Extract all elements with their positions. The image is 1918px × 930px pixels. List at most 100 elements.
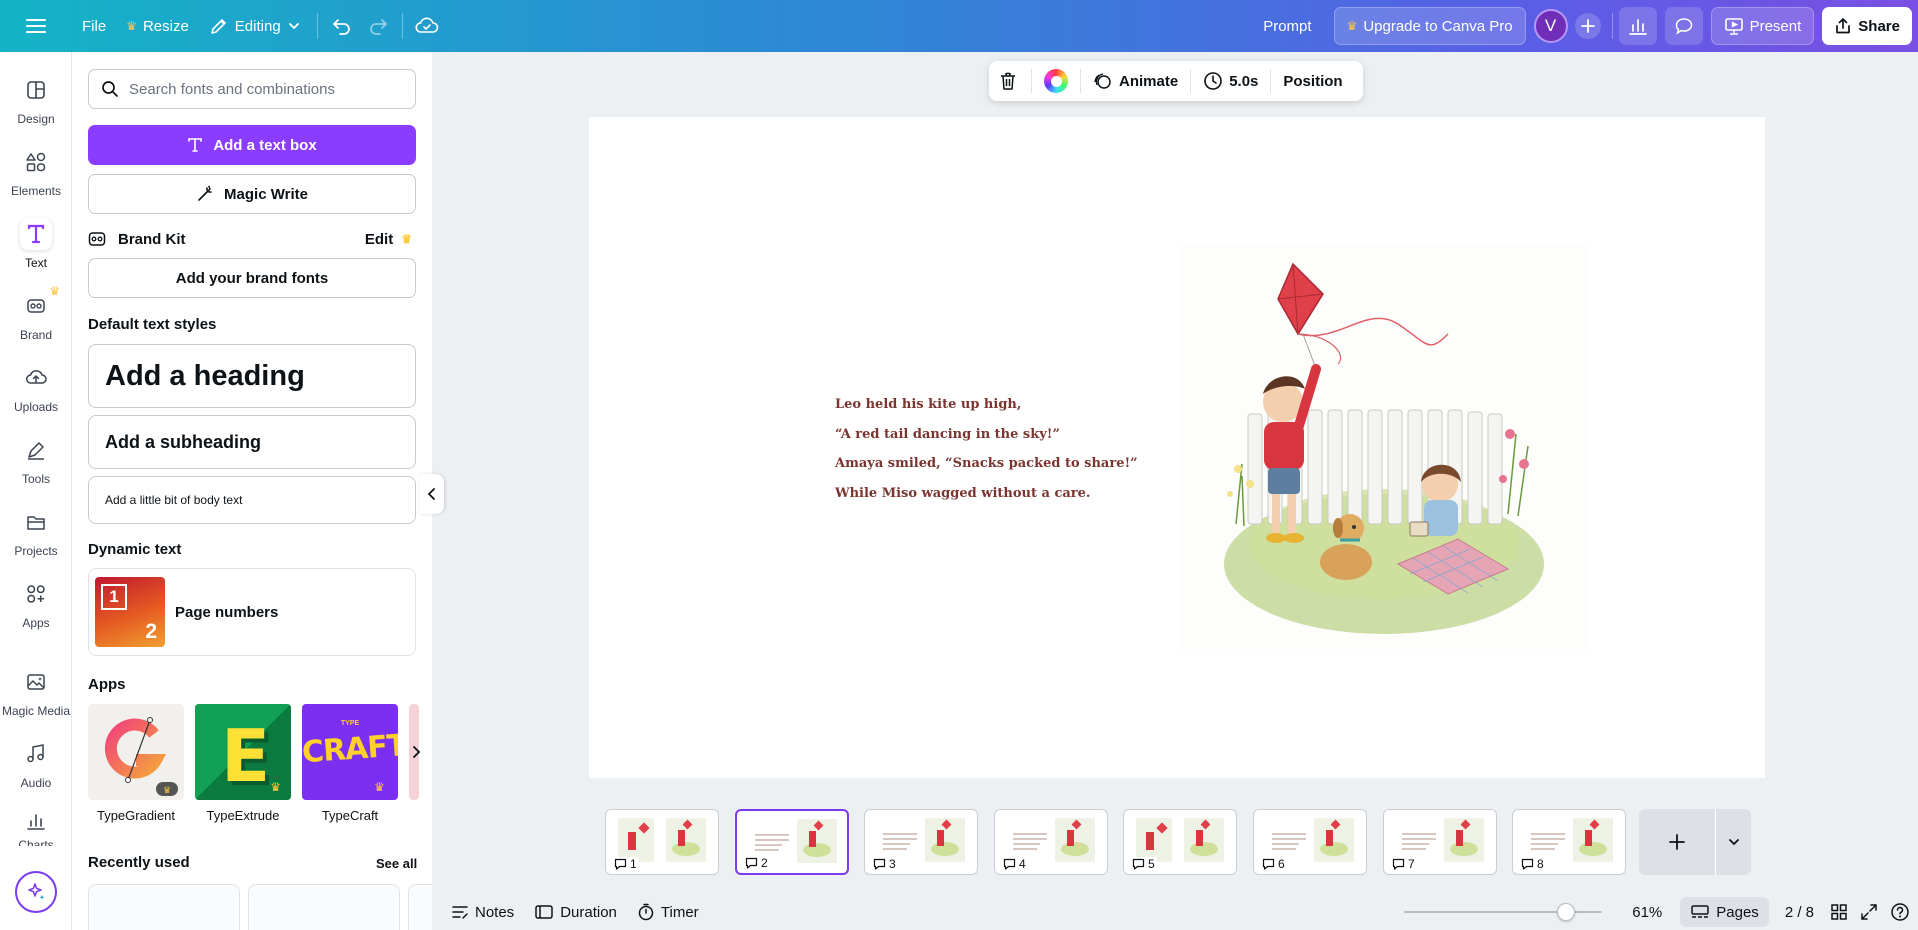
zoom-slider[interactable] bbox=[1404, 902, 1603, 922]
rail-item-uploads[interactable]: Uploads bbox=[0, 362, 72, 414]
magic-assistant-button[interactable] bbox=[15, 871, 57, 913]
avatar[interactable]: V bbox=[1533, 9, 1568, 43]
app-typegradient-tile[interactable]: ♛ bbox=[88, 704, 184, 800]
projects-icon bbox=[20, 506, 52, 538]
grid-view-icon[interactable] bbox=[1824, 897, 1854, 927]
chevron-down-icon[interactable] bbox=[1716, 809, 1751, 875]
recent-font-card[interactable] bbox=[248, 884, 400, 930]
kite-scene-image bbox=[1224, 262, 1544, 634]
crown-icon: ♛ bbox=[374, 780, 385, 794]
rail-item-magic-media[interactable]: Magic Media bbox=[0, 666, 72, 718]
add-brand-fonts-button[interactable]: Add your brand fonts bbox=[88, 258, 416, 298]
recently-used-title: Recently used bbox=[88, 854, 190, 871]
rail-item-brand[interactable]: ♛ Brand bbox=[0, 284, 72, 342]
app-typegradient-label: TypeGradient bbox=[96, 808, 176, 823]
brand-kit-edit-link[interactable]: Edit bbox=[365, 231, 393, 248]
page-numbers-button[interactable]: 1 2 Page numbers bbox=[88, 568, 416, 656]
resize-button[interactable]: ♛ Resize bbox=[116, 8, 199, 44]
chevron-right-icon[interactable] bbox=[405, 740, 429, 764]
fullscreen-icon[interactable] bbox=[1854, 897, 1884, 927]
prompt-button[interactable]: Prompt bbox=[1253, 8, 1321, 44]
page-thumbnail[interactable]: 3 bbox=[864, 809, 978, 875]
crown-icon: ♛ bbox=[1346, 19, 1358, 33]
plus-icon bbox=[1639, 809, 1715, 875]
rail-item-design[interactable]: Design bbox=[0, 74, 72, 126]
chevron-down-icon bbox=[288, 23, 299, 30]
rail-item-charts[interactable]: Charts bbox=[0, 810, 72, 846]
redo-icon[interactable] bbox=[360, 8, 396, 44]
collapse-panel-button[interactable] bbox=[420, 474, 444, 514]
editing-mode-dropdown[interactable]: Editing bbox=[199, 8, 311, 44]
page-thumbnail[interactable]: 1 bbox=[605, 809, 719, 875]
app-typecraft-tile[interactable]: TYPE CRAFT ♛ bbox=[302, 704, 398, 800]
add-heading-button[interactable]: Add a heading bbox=[88, 344, 416, 408]
page-thumbnail[interactable]: 5 bbox=[1123, 809, 1237, 875]
color-picker-button[interactable] bbox=[1036, 61, 1076, 101]
add-text-box-button[interactable]: Add a text box bbox=[88, 125, 416, 165]
zoom-level[interactable]: 61% bbox=[1624, 897, 1670, 927]
page-number-label: 4 bbox=[1003, 857, 1028, 871]
apps-icon bbox=[20, 578, 52, 610]
add-body-text-button[interactable]: Add a little bit of body text bbox=[88, 476, 416, 524]
timer-button[interactable]: Timer bbox=[627, 897, 709, 927]
font-search-input[interactable]: Search fonts and combinations bbox=[88, 69, 416, 109]
add-page-button[interactable] bbox=[1639, 809, 1751, 875]
upgrade-button[interactable]: ♛ Upgrade to Canva Pro bbox=[1333, 7, 1526, 45]
cloud-saved-icon[interactable] bbox=[409, 8, 445, 44]
animate-button[interactable]: Animate bbox=[1085, 61, 1186, 101]
thumb-picture bbox=[797, 819, 837, 863]
zoom-slider-handle[interactable] bbox=[1557, 903, 1576, 921]
clock-icon bbox=[1204, 72, 1222, 90]
design-page[interactable]: Leo held his kite up high, “A red tail d… bbox=[589, 117, 1765, 778]
crown-icon: ♛ bbox=[270, 780, 281, 794]
undo-icon[interactable] bbox=[324, 8, 360, 44]
menu-icon[interactable] bbox=[18, 8, 54, 44]
add-collaborator-icon[interactable] bbox=[1570, 8, 1606, 44]
present-button[interactable]: Present bbox=[1710, 7, 1815, 45]
page-thumbnail[interactable]: 8 bbox=[1512, 809, 1626, 875]
rail-item-apps[interactable]: Apps bbox=[0, 578, 72, 630]
rail-item-projects[interactable]: Projects bbox=[0, 506, 72, 558]
page-thumbnail[interactable]: 4 bbox=[994, 809, 1108, 875]
help-icon[interactable] bbox=[1884, 897, 1916, 927]
recent-font-card[interactable] bbox=[408, 884, 432, 930]
story-line: Leo held his kite up high, bbox=[835, 397, 1022, 412]
position-button[interactable]: Position bbox=[1275, 61, 1350, 101]
kite-illustration[interactable] bbox=[1178, 244, 1590, 650]
story-text[interactable]: Leo held his kite up high, “A red tail d… bbox=[835, 390, 1138, 508]
page-thumbnail[interactable]: 2 bbox=[735, 809, 849, 875]
share-button[interactable]: Share bbox=[1822, 7, 1912, 45]
comment-icon bbox=[1392, 858, 1405, 870]
tools-icon bbox=[20, 434, 52, 466]
crown-icon: ♛ bbox=[401, 232, 412, 246]
thumb-picture bbox=[1184, 818, 1224, 862]
add-subheading-button[interactable]: Add a subheading bbox=[88, 415, 416, 469]
pages-view-button[interactable]: Pages bbox=[1680, 897, 1769, 927]
brand-kit-icon bbox=[88, 232, 106, 246]
design-icon bbox=[20, 74, 52, 106]
see-all-link[interactable]: See all bbox=[376, 856, 417, 871]
app-typeextrude-tile[interactable]: E ♛ bbox=[195, 704, 291, 800]
insights-icon[interactable] bbox=[1618, 7, 1657, 45]
page-thumbnail[interactable]: 7 bbox=[1383, 809, 1497, 875]
apps-title: Apps bbox=[88, 676, 126, 693]
page-counter[interactable]: 2 / 8 bbox=[1775, 897, 1824, 927]
thumb-picture bbox=[1136, 818, 1172, 862]
rail-item-text[interactable]: Text bbox=[0, 218, 72, 270]
page-thumbnail[interactable]: 6 bbox=[1253, 809, 1367, 875]
thumb-text-lines bbox=[1531, 830, 1565, 853]
rail-item-elements[interactable]: Elements bbox=[0, 146, 72, 198]
file-menu[interactable]: File bbox=[72, 8, 116, 44]
delete-icon[interactable] bbox=[989, 61, 1027, 101]
story-line: Amaya smiled, “Snacks packed to share!” bbox=[835, 456, 1138, 471]
duration-button[interactable]: Duration bbox=[524, 897, 627, 927]
notes-button[interactable]: Notes bbox=[441, 897, 524, 927]
pages-icon bbox=[1691, 905, 1710, 918]
recent-font-card[interactable] bbox=[88, 884, 240, 930]
rail-item-audio[interactable]: Audio bbox=[0, 738, 72, 790]
duration-button[interactable]: 5.0s bbox=[1195, 61, 1266, 101]
comment-icon bbox=[873, 858, 886, 870]
comment-icon[interactable] bbox=[1664, 7, 1703, 45]
magic-write-button[interactable]: Magic Write bbox=[88, 174, 416, 214]
rail-item-tools[interactable]: Tools bbox=[0, 434, 72, 486]
